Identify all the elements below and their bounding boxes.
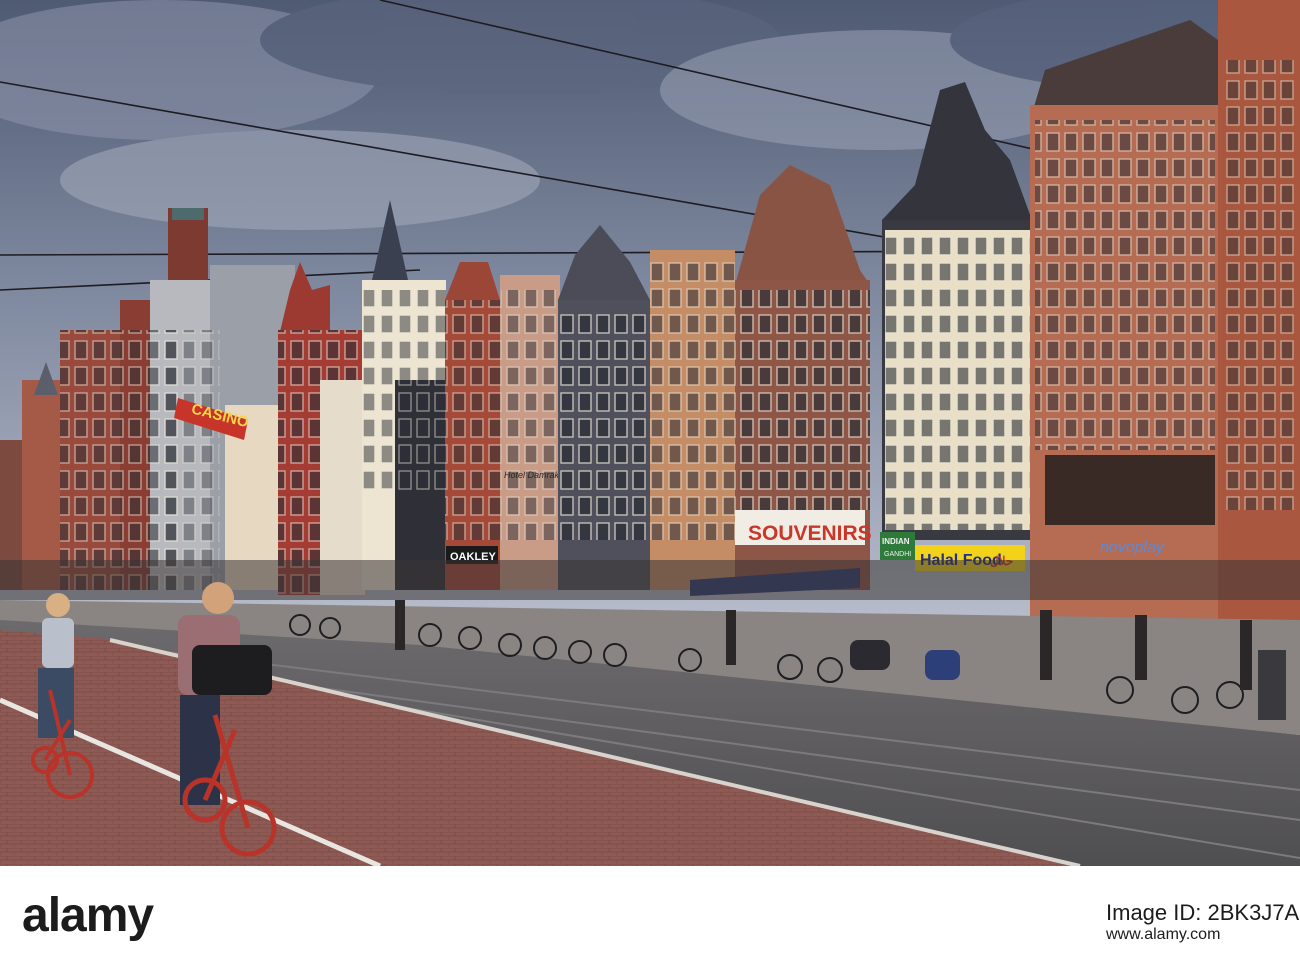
novoplay-sign: novoplay xyxy=(1100,539,1165,556)
amsterdam-street-photo: CASINO Hotel Damrak Inn SOUVENIRS novopl… xyxy=(0,0,1300,866)
shopfronts xyxy=(0,560,1300,600)
gandhi-sign-text: GANDHI xyxy=(884,551,911,558)
tan-building xyxy=(650,250,735,590)
image-id-text: Image ID: 2BK3J7A xyxy=(1106,900,1300,925)
litter-bin xyxy=(1258,650,1286,720)
alamy-logo: alamy xyxy=(22,889,154,942)
stock-watermark-bar xyxy=(0,866,1300,956)
red-brick-building xyxy=(445,262,505,590)
souvenirs-sign: SOUVENIRS xyxy=(748,522,872,545)
brick-building-right: novoplay xyxy=(1030,0,1300,625)
indian-sign-text: INDIAN xyxy=(882,537,910,546)
stock-url-text: www.alamy.com xyxy=(1106,926,1221,943)
indian-sign: INDIAN GANDHI xyxy=(880,532,915,560)
dark-gable-building xyxy=(558,225,653,590)
